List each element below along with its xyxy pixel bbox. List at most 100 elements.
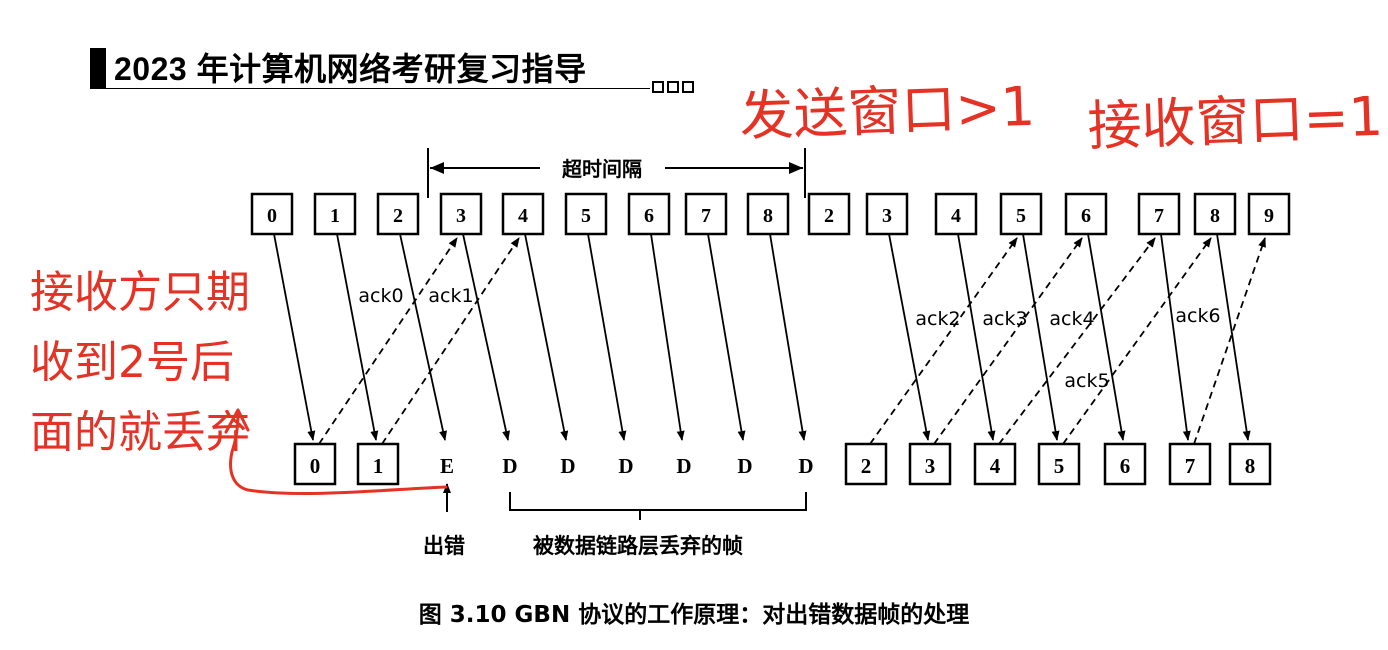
- frame-transmission-arrow: [1087, 233, 1126, 441]
- receiver-event-2: E: [440, 454, 454, 478]
- receiver-event-1: 1: [356, 442, 400, 486]
- sender-frame-15: 8: [1193, 192, 1237, 236]
- receiver-event-15: 8: [1228, 442, 1272, 486]
- transmission-arrows: [273, 233, 1266, 445]
- ack-label-5: ack5: [1064, 370, 1109, 392]
- receiver-status-letter: E: [440, 454, 454, 478]
- frame-transmission-arrow: [1160, 233, 1191, 441]
- frame-transmission-arrow: [399, 233, 447, 441]
- sender-frame-8: 8: [746, 192, 790, 236]
- receiver-event-10: 3: [908, 442, 952, 486]
- ack-label-3: ack3: [982, 308, 1027, 330]
- sender-frame-number: 9: [1264, 205, 1274, 227]
- ack-label-0: ack0: [358, 285, 403, 307]
- sender-frame-number: 5: [1016, 205, 1026, 227]
- error-marker: 出错: [423, 483, 465, 558]
- sender-frame-number: 6: [644, 205, 654, 227]
- annotation-side-note: 接收方只期收到2号后面的就丢弃: [30, 267, 250, 458]
- receiver-frame-number: 7: [1185, 454, 1196, 478]
- timeout-arrowhead-right: [789, 162, 803, 174]
- receiver-status-letter: D: [502, 454, 517, 478]
- sender-frame-number: 8: [1210, 205, 1220, 227]
- receiver-event-0: 0: [293, 442, 337, 486]
- sender-frame-13: 6: [1064, 192, 1108, 236]
- frame-transmission-arrow: [1022, 233, 1060, 441]
- ack-arrow: [1193, 237, 1266, 445]
- sender-frame-5: 5: [564, 192, 608, 236]
- frame-transmission-arrow: [273, 233, 316, 441]
- receiver-frame-number: 4: [990, 454, 1001, 478]
- ack-arrow: [998, 237, 1156, 445]
- receiver-frame-number: 5: [1054, 454, 1065, 478]
- ack-label-6: ack6: [1175, 305, 1220, 327]
- sender-frame-16: 9: [1247, 192, 1291, 236]
- sender-frame-number: 3: [456, 205, 466, 227]
- sender-frame-3: 3: [439, 192, 483, 236]
- receiver-event-6: D: [676, 454, 691, 478]
- discard-label: 被数据链路层丢弃的帧: [533, 534, 743, 558]
- sender-frames: 0 1 2 3 4 5 6 7 8 2 3 4 5 6 7 8 9: [250, 192, 1291, 236]
- receiver-event-5: D: [618, 454, 633, 478]
- sender-frame-6: 6: [627, 192, 671, 236]
- ack-label-2: ack2: [915, 308, 960, 330]
- frame-transmission-arrow: [769, 233, 807, 441]
- receiver-frame-number: 2: [861, 454, 872, 478]
- frame-transmission-arrow: [650, 233, 685, 441]
- sender-frame-7: 7: [684, 192, 728, 236]
- timeout-interval: 超时间隔: [427, 148, 806, 198]
- sender-frame-0: 0: [250, 192, 294, 236]
- frame-transmission-arrow: [462, 233, 510, 441]
- annotation-receive-window: 接收窗口=1: [1086, 84, 1385, 158]
- receiver-event-8: D: [798, 454, 813, 478]
- sender-frame-number: 2: [824, 205, 834, 227]
- sender-frame-number: 6: [1081, 205, 1091, 227]
- frame-transmission-arrow: [524, 233, 569, 441]
- sender-frame-number: 7: [1154, 205, 1164, 227]
- frame-transmission-arrow: [707, 233, 746, 441]
- sender-frame-number: 4: [518, 205, 528, 227]
- receiver-status-letter: D: [798, 454, 813, 478]
- error-label: 出错: [423, 534, 465, 558]
- receiver-event-13: 6: [1103, 442, 1147, 486]
- receiver-event-9: 2: [844, 442, 888, 486]
- receiver-event-3: D: [502, 454, 517, 478]
- ack-arrow: [1062, 237, 1212, 445]
- ack-arrow: [869, 237, 1018, 445]
- receiver-frame-number: 0: [310, 454, 321, 478]
- receiver-frame-number: 1: [373, 454, 384, 478]
- frame-transmission-arrow: [587, 233, 627, 441]
- discard-bracket: 被数据链路层丢弃的帧: [509, 492, 807, 558]
- receiver-event-11: 4: [973, 442, 1017, 486]
- sender-frame-number: 2: [393, 205, 403, 227]
- receiver-status-letter: D: [737, 454, 752, 478]
- ack-arrow: [381, 237, 520, 445]
- frame-transmission-arrow: [957, 233, 996, 441]
- receiver-event-4: D: [560, 454, 575, 478]
- sender-frame-9: 2: [807, 192, 851, 236]
- sender-frame-number: 4: [951, 205, 961, 227]
- ack-arrow: [318, 237, 458, 445]
- sender-frame-number: 0: [267, 205, 277, 227]
- discard-bracket-line: [509, 492, 807, 511]
- ack-label-4: ack4: [1049, 308, 1094, 330]
- timeout-label: 超时间隔: [561, 157, 642, 181]
- receiver-events: 0 1 E D D D D D D 2 3 4 5 6 7 8: [293, 442, 1272, 486]
- annotation-send-window: 发送窗口>1: [738, 74, 1037, 148]
- receiver-frame-number: 6: [1120, 454, 1131, 478]
- receiver-event-7: D: [737, 454, 752, 478]
- ack-labels: ack0 ack1 ack2 ack3 ack4 ack5 ack6: [358, 285, 1220, 392]
- sender-frame-number: 8: [763, 205, 773, 227]
- sender-frame-number: 7: [701, 205, 711, 227]
- receiver-status-letter: D: [560, 454, 575, 478]
- ack-label-1: ack1: [428, 285, 473, 307]
- sender-frame-12: 5: [999, 192, 1043, 236]
- sender-frame-11: 4: [934, 192, 978, 236]
- timeout-arrowhead-left: [430, 162, 444, 174]
- receiver-status-letter: D: [618, 454, 633, 478]
- figure-caption: 图 3.10 GBN 协议的工作原理：对出错数据帧的处理: [418, 602, 970, 628]
- sender-frame-14: 7: [1137, 192, 1181, 236]
- sender-frame-number: 5: [581, 205, 591, 227]
- receiver-status-letter: D: [676, 454, 691, 478]
- sender-frame-2: 2: [376, 192, 420, 236]
- ack-arrow: [933, 237, 1083, 445]
